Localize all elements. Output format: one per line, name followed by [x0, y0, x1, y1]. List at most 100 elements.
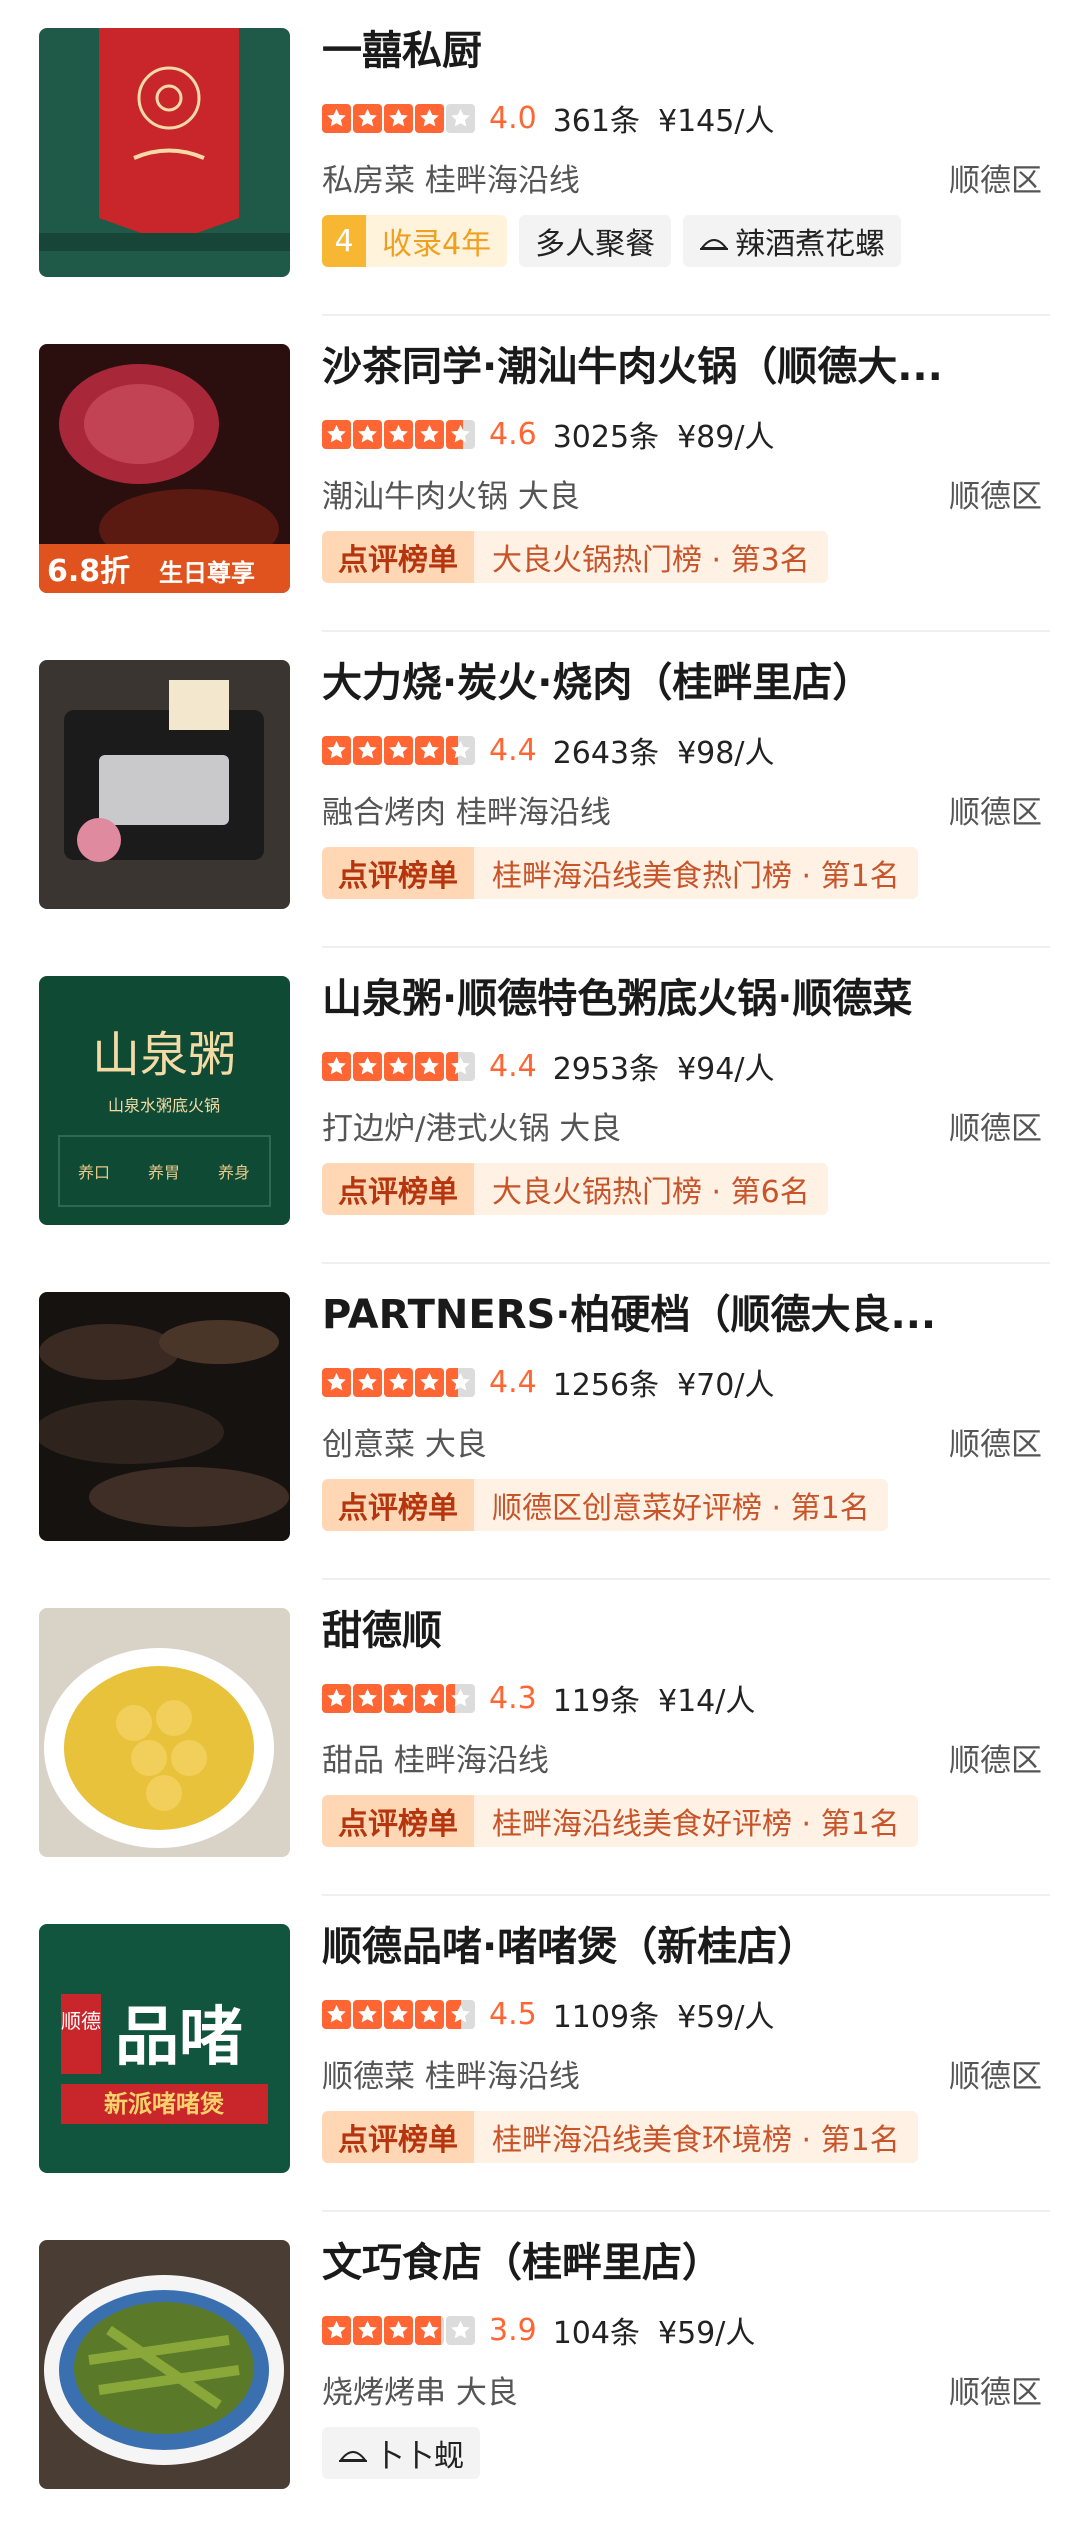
district: 顺德区: [949, 1111, 1042, 1147]
review-count: 3025条: [552, 420, 660, 455]
star-icon: [322, 2315, 351, 2345]
cuisine-area: 私房菜 桂畔海沿线: [322, 163, 580, 199]
restaurant-thumbnail[interactable]: [39, 1608, 290, 1857]
tag-chip[interactable]: 多人聚餐: [519, 215, 672, 267]
badge-row: 卜卜蚬: [322, 2427, 480, 2479]
thumb-logo-text: 品啫: [115, 2001, 243, 2075]
thumb-cell-text: 养身: [218, 1163, 250, 1182]
restaurant-name[interactable]: 山泉粥·顺德特色粥底火锅·顺德菜: [322, 968, 1042, 1030]
rating-row: 4.4 2643条 ¥98/人: [322, 730, 792, 771]
rating-score: 4.4: [489, 1364, 537, 1400]
star-icon: [353, 2315, 382, 2345]
star-rating: [322, 1999, 475, 2029]
rating-score: 4.4: [489, 1048, 537, 1084]
review-count: 2953条: [552, 1052, 660, 1087]
rating-score: 4.0: [489, 100, 537, 136]
thumb-brand-text: 顺德: [61, 2009, 101, 2033]
restaurant-name[interactable]: 顺德品啫·啫啫煲（新桂店）: [322, 1916, 1042, 1978]
cuisine-area: 顺德菜 桂畔海沿线: [322, 2059, 580, 2095]
star-icon: [415, 2315, 444, 2345]
rating-row: 4.5 1109条 ¥59/人: [322, 1994, 792, 2035]
restaurant-card[interactable]: PARTNERS·柏硬档（顺德大良... 4.4 1256条 ¥70/人 创意菜…: [0, 1264, 1080, 1580]
ranking-badge[interactable]: 点评榜单 桂畔海沿线美食环境榜 · 第1名: [322, 2111, 918, 2163]
restaurant-name[interactable]: 文巧食店（桂畔里店）: [322, 2232, 1042, 2294]
star-icon: [353, 1051, 382, 1081]
star-icon: [446, 735, 475, 765]
star-icon: [353, 735, 382, 765]
review-count: 361条: [552, 104, 640, 139]
star-icon: [415, 103, 444, 133]
restaurant-thumbnail[interactable]: [39, 1292, 290, 1541]
promo-text: 6.8折: [47, 554, 130, 589]
ranking-badge[interactable]: 点评榜单 桂畔海沿线美食热门榜 · 第1名: [322, 847, 918, 899]
restaurant-name[interactable]: 沙茶同学·潮汕牛肉火锅（顺德大...: [322, 336, 1042, 398]
star-rating: [322, 735, 475, 765]
restaurant-card[interactable]: 山泉粥 山泉水粥底火锅 养口 养胃 养身 山泉粥·顺德特色粥底火锅·顺德菜 4.…: [0, 948, 1080, 1264]
dish-cover-icon: [700, 239, 729, 250]
district: 顺德区: [949, 795, 1042, 831]
ranking-text: 大良火锅热门榜 · 第3名: [474, 531, 828, 583]
restaurant-thumbnail[interactable]: [39, 28, 290, 277]
star-icon: [384, 1051, 413, 1081]
ranking-badge[interactable]: 点评榜单 大良火锅热门榜 · 第3名: [322, 531, 828, 583]
restaurant-name[interactable]: 甜德顺: [322, 1600, 1042, 1662]
rating-row: 4.3 119条 ¥14/人: [322, 1678, 773, 1719]
star-icon: [384, 1999, 413, 2029]
restaurant-card[interactable]: 6.8折 生日尊享 沙茶同学·潮汕牛肉火锅（顺德大... 4.6 3025条 ¥…: [0, 316, 1080, 632]
thumb-cell-text: 养口: [78, 1163, 110, 1182]
star-icon: [384, 103, 413, 133]
ranking-text: 桂畔海沿线美食热门榜 · 第1名: [474, 847, 918, 899]
dish-tag-chip[interactable]: 辣酒煮花螺: [683, 215, 902, 267]
dish-tag-label: 辣酒煮花螺: [735, 227, 886, 262]
star-rating: [322, 419, 475, 449]
review-count: 104条: [552, 2316, 640, 2351]
restaurant-card[interactable]: 文巧食店（桂畔里店） 3.9 104条 ¥59/人 烧烤烤串 大良 顺德区 卜卜…: [0, 2212, 1080, 2528]
district: 顺德区: [949, 479, 1042, 515]
restaurant-name[interactable]: 大力烧·炭火·烧肉（桂畔里店）: [322, 652, 1042, 714]
star-icon: [415, 1999, 444, 2029]
star-icon: [353, 1999, 382, 2029]
restaurant-thumbnail[interactable]: 顺德 品啫 新派啫啫煲: [39, 1924, 290, 2173]
star-icon: [353, 419, 382, 449]
dish-tag-chip[interactable]: 卜卜蚬: [322, 2427, 480, 2479]
restaurant-thumbnail[interactable]: 6.8折 生日尊享: [39, 344, 290, 593]
price-per-person: ¥70/人: [677, 1368, 775, 1403]
star-icon: [415, 1367, 444, 1397]
rating-score: 4.4: [489, 732, 537, 768]
price-per-person: ¥59/人: [677, 2000, 775, 2035]
restaurant-card[interactable]: 甜德顺 4.3 119条 ¥14/人 甜品 桂畔海沿线 顺德区 点评榜单 桂畔海…: [0, 1580, 1080, 1896]
ranking-badge[interactable]: 点评榜单 大良火锅热门榜 · 第6名: [322, 1163, 828, 1215]
rating-score: 4.5: [489, 1996, 537, 2032]
restaurant-thumbnail[interactable]: 山泉粥 山泉水粥底火锅 养口 养胃 养身: [39, 976, 290, 1225]
ranking-badge[interactable]: 点评榜单 桂畔海沿线美食好评榜 · 第1名: [322, 1795, 918, 1847]
badge-row: 点评榜单 顺德区创意菜好评榜 · 第1名: [322, 1479, 888, 1531]
badge-row: 点评榜单 桂畔海沿线美食好评榜 · 第1名: [322, 1795, 918, 1847]
star-icon: [415, 1051, 444, 1081]
ranking-badge[interactable]: 点评榜单 顺德区创意菜好评榜 · 第1名: [322, 1479, 888, 1531]
star-icon: [446, 1367, 475, 1397]
ranking-label: 点评榜单: [322, 1795, 474, 1847]
restaurant-card[interactable]: 顺德 品啫 新派啫啫煲 顺德品啫·啫啫煲（新桂店） 4.5 1109条 ¥59/…: [0, 1896, 1080, 2212]
restaurant-name[interactable]: 一囍私厨: [322, 20, 1042, 82]
promo-sub-text: 生日尊享: [159, 559, 255, 587]
star-rating: [322, 1683, 475, 1713]
thumb-logo-text: 山泉粥: [92, 1027, 236, 1083]
restaurant-card[interactable]: 一囍私厨 4.0 361条 ¥145/人 私房菜 桂畔海沿线 顺德区 4 收录4…: [0, 0, 1080, 316]
rating-score: 4.6: [489, 416, 537, 452]
badge-row: 点评榜单 大良火锅热门榜 · 第3名: [322, 531, 828, 583]
restaurant-thumbnail[interactable]: [39, 2240, 290, 2489]
district: 顺德区: [949, 1427, 1042, 1463]
star-icon: [353, 1367, 382, 1397]
star-icon: [446, 1683, 475, 1713]
years-badge-number: 4: [322, 215, 366, 267]
restaurant-name[interactable]: PARTNERS·柏硬档（顺德大良...: [322, 1284, 1042, 1346]
star-rating: [322, 1051, 475, 1081]
star-icon: [322, 735, 351, 765]
star-icon: [415, 735, 444, 765]
rating-row: 4.0 361条 ¥145/人: [322, 98, 792, 139]
cuisine-area: 烧烤烤串 大良: [322, 2375, 518, 2411]
ranking-label: 点评榜单: [322, 531, 474, 583]
restaurant-card[interactable]: 大力烧·炭火·烧肉（桂畔里店） 4.4 2643条 ¥98/人 融合烤肉 桂畔海…: [0, 632, 1080, 948]
star-rating: [322, 103, 475, 133]
restaurant-thumbnail[interactable]: [39, 660, 290, 909]
